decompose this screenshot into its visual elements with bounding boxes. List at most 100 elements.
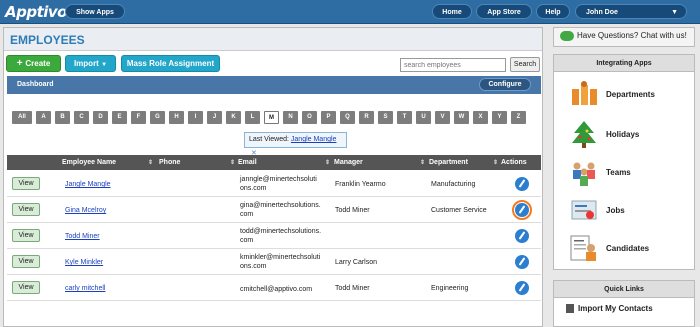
alpha-filter-y[interactable]: Y <box>492 111 507 124</box>
alpha-filter-m[interactable]: M <box>264 111 279 124</box>
alpha-filter-o[interactable]: O <box>302 111 317 124</box>
col-department[interactable]: Department <box>429 159 468 166</box>
col-phone[interactable]: Phone <box>159 159 180 166</box>
edit-icon[interactable] <box>515 255 529 269</box>
department-cell: Manufacturing <box>431 181 476 188</box>
app-holidays[interactable]: Holidays <box>566 117 696 153</box>
alpha-filter-l[interactable]: L <box>245 111 260 124</box>
view-button[interactable]: View <box>12 281 40 294</box>
top-bar: Apptivo Show Apps Home App Store Help Jo… <box>0 0 700 24</box>
email-cell: gina@minertechsolutions. com <box>240 202 321 218</box>
alpha-filter-f[interactable]: F <box>131 111 146 124</box>
alpha-filter-j[interactable]: J <box>207 111 222 124</box>
app-departments[interactable]: Departments <box>566 77 696 113</box>
table-row: View Jangle Mangle janngle@minertechsolu… <box>7 172 541 197</box>
user-menu[interactable]: John Doe ▼ <box>575 4 687 19</box>
apptivo-logo[interactable]: Apptivo <box>5 3 67 21</box>
jobs-icon <box>571 200 597 220</box>
alpha-filter-h[interactable]: H <box>169 111 184 124</box>
table-header: Employee Name ⇕ Phone ⇕ Email ⇕ Manager … <box>7 155 541 170</box>
sort-icon[interactable]: ⇕ <box>493 159 498 166</box>
contacts-icon <box>566 304 574 314</box>
chat-bubble-icon <box>560 31 574 41</box>
table-row: View carly mitchell cmitchell@apptivo.co… <box>7 276 541 301</box>
alpha-filter-x[interactable]: X <box>473 111 488 124</box>
caret-down-icon: ▼ <box>101 62 108 68</box>
chat-box[interactable]: Have Questions? Chat with us! <box>553 27 695 47</box>
edit-icon[interactable] <box>515 177 529 191</box>
alpha-filter-g[interactable]: G <box>150 111 165 124</box>
edit-icon[interactable] <box>515 229 529 243</box>
employee-name-link[interactable]: Gina Mcelroy <box>65 207 106 214</box>
email-cell: kminkler@minertechsoluti ons.com <box>240 254 321 270</box>
nav-home[interactable]: Home <box>432 4 472 19</box>
alpha-filter-e[interactable]: E <box>112 111 127 124</box>
sort-icon[interactable]: ⇕ <box>325 159 330 166</box>
col-manager[interactable]: Manager <box>334 159 363 166</box>
edit-icon[interactable] <box>512 200 532 220</box>
view-button[interactable]: View <box>12 203 40 216</box>
quick-links-title: Quick Links <box>554 281 694 298</box>
alpha-filter-n[interactable]: N <box>283 111 298 124</box>
main-panel: EMPLOYEES + Create Import ▼ Mass Role As… <box>3 27 543 327</box>
manager-cell: Franklin Yearmo <box>335 181 386 188</box>
import-button[interactable]: Import ▼ <box>65 55 116 72</box>
alpha-filter-u[interactable]: U <box>416 111 431 124</box>
alpha-filter-i[interactable]: I <box>188 111 203 124</box>
dashboard-bar: Dashboard Configure <box>7 76 541 94</box>
department-cell: Customer Service <box>431 207 487 214</box>
search-button[interactable]: Search <box>510 57 540 72</box>
view-button[interactable]: View <box>12 255 40 268</box>
app-jobs[interactable]: Jobs <box>566 193 696 229</box>
alpha-filter-r[interactable]: R <box>359 111 374 124</box>
alpha-filter-s[interactable]: S <box>378 111 393 124</box>
alpha-filter-c[interactable]: C <box>74 111 89 124</box>
app-candidates[interactable]: Candidates <box>566 231 696 267</box>
alpha-filter-k[interactable]: K <box>226 111 241 124</box>
alpha-filter-w[interactable]: W <box>454 111 469 124</box>
show-apps-button[interactable]: Show Apps <box>65 4 125 19</box>
alpha-filter-t[interactable]: T <box>397 111 412 124</box>
alpha-filter-v[interactable]: V <box>435 111 450 124</box>
app-teams[interactable]: Teams <box>566 155 696 191</box>
col-employee-name[interactable]: Employee Name <box>62 159 116 166</box>
col-actions: Actions <box>501 159 527 166</box>
view-button[interactable]: View <box>12 229 40 242</box>
dashboard-label[interactable]: Dashboard <box>17 81 54 88</box>
employee-name-link[interactable]: Kyle Minkler <box>65 259 103 266</box>
manager-cell: Todd Miner <box>335 285 370 292</box>
manager-cell: Larry Carlson <box>335 259 378 266</box>
alpha-filter-d[interactable]: D <box>93 111 108 124</box>
alpha-filter-p[interactable]: P <box>321 111 336 124</box>
candidates-icon <box>570 235 596 261</box>
table-row: View Kyle Minkler kminkler@minertechsolu… <box>7 250 541 275</box>
edit-icon[interactable] <box>515 281 529 295</box>
page-title: EMPLOYEES <box>4 28 542 51</box>
nav-help[interactable]: Help <box>536 4 570 19</box>
sort-icon[interactable]: ⇕ <box>148 159 153 166</box>
christmas-tree-icon <box>572 121 596 148</box>
email-cell: cmitchell@apptivo.com <box>240 286 313 293</box>
view-button[interactable]: View <box>12 177 40 190</box>
employee-name-link[interactable]: Jangle Mangle <box>65 181 111 188</box>
configure-button[interactable]: Configure <box>479 78 531 91</box>
last-viewed-link[interactable]: Jangle Mangle <box>291 136 337 143</box>
col-email[interactable]: Email <box>238 159 257 166</box>
nav-app-store[interactable]: App Store <box>476 4 532 19</box>
alpha-filter-all[interactable]: All <box>12 111 32 124</box>
alpha-filter-z[interactable]: Z <box>511 111 526 124</box>
user-name: John Doe <box>586 9 618 16</box>
mass-role-assignment-button[interactable]: Mass Role Assignment <box>121 55 220 72</box>
alpha-filter-b[interactable]: B <box>55 111 70 124</box>
employee-name-link[interactable]: Todd Miner <box>65 233 100 240</box>
search-input[interactable] <box>400 58 506 72</box>
quick-link-import-contacts[interactable]: Import My Contacts <box>554 298 694 314</box>
departments-icon <box>572 81 597 105</box>
sort-icon[interactable]: ⇕ <box>230 159 235 166</box>
alpha-filter-q[interactable]: Q <box>340 111 355 124</box>
integrating-apps-title: Integrating Apps <box>554 55 694 72</box>
employee-name-link[interactable]: carly mitchell <box>65 285 105 292</box>
alpha-filter-a[interactable]: A <box>36 111 51 124</box>
create-button[interactable]: + Create <box>6 55 61 72</box>
sort-icon[interactable]: ⇕ <box>420 159 425 166</box>
